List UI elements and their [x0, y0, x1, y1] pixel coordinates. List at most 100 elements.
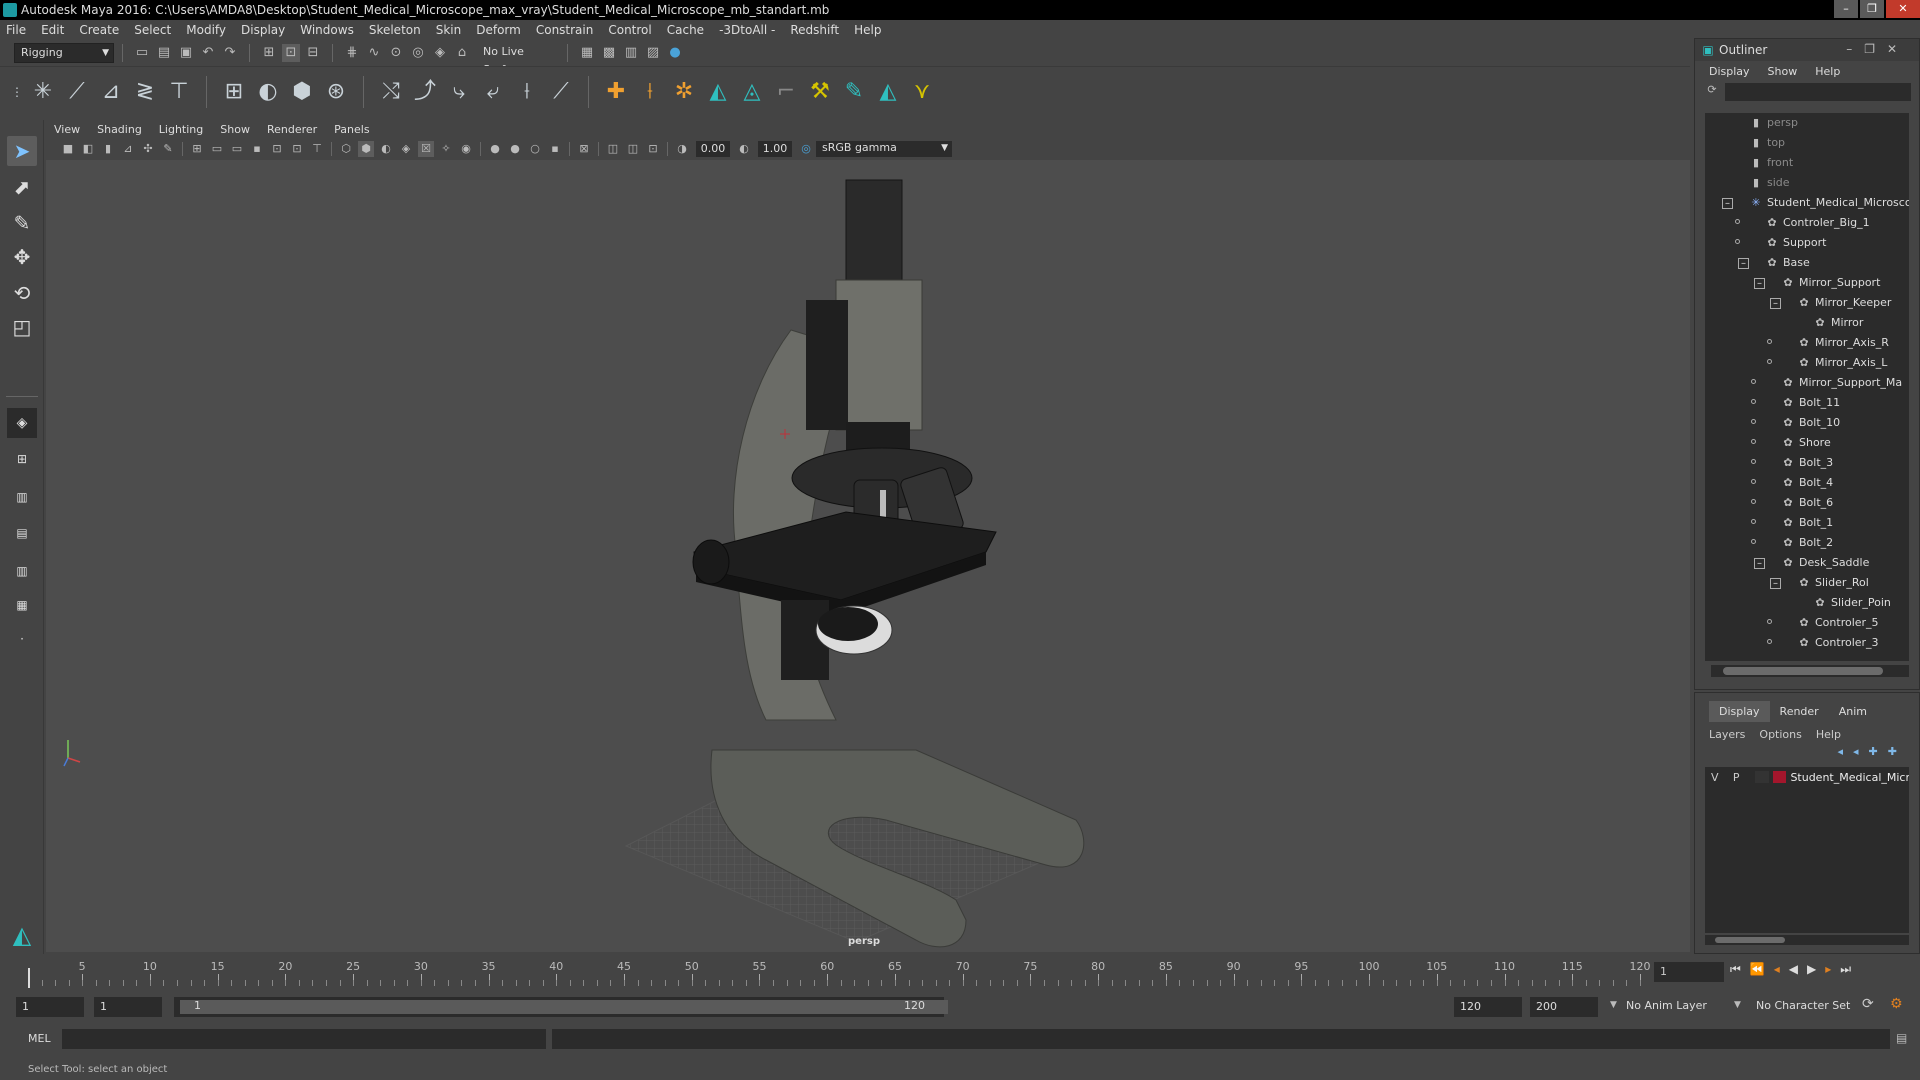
tree-item-root[interactable]: ✳ Student_Medical_Microsco — [1749, 193, 1909, 213]
menu-control[interactable]: Control — [608, 23, 651, 37]
play-backward-icon[interactable]: ◀ — [1789, 962, 1807, 976]
panel-menu-panels[interactable]: Panels — [334, 123, 369, 136]
anim-layer-dropdown[interactable]: No Anim Layer — [1626, 999, 1707, 1012]
outliner-refresh-icon[interactable]: ⟳ — [1705, 83, 1719, 96]
range-slider[interactable]: 1 120 — [174, 997, 948, 1017]
scale-constraint-icon[interactable]: ⟊ — [512, 77, 542, 107]
outliner-search-field[interactable] — [1725, 83, 1911, 101]
pole-vector-icon[interactable]: ✚ — [601, 77, 631, 107]
menu-select[interactable]: Select — [134, 23, 171, 37]
field-chart-icon[interactable]: ⊡ — [269, 141, 285, 157]
undo-icon[interactable]: ↶ — [199, 44, 217, 62]
select-object-icon[interactable]: ⊡ — [282, 44, 300, 62]
hik-icon[interactable]: ◭ — [703, 77, 733, 107]
wrap-icon[interactable]: ⊛ — [321, 77, 351, 107]
grease-pencil-icon[interactable]: ✎ — [160, 141, 176, 157]
step-back-key-icon[interactable]: ⏪ — [1750, 962, 1774, 976]
textured-icon[interactable]: ◈ — [398, 141, 414, 157]
shadows-icon[interactable]: ✧ — [438, 141, 454, 157]
motion-blur-icon[interactable]: ● — [487, 141, 503, 157]
save-scene-icon[interactable]: ▣ — [177, 44, 195, 62]
command-language-label[interactable]: MEL — [28, 1032, 51, 1045]
isolate-select-icon[interactable]: ▪ — [547, 141, 563, 157]
collapse-toggle[interactable]: – — [1770, 578, 1781, 589]
make-live-icon[interactable]: ⌂ — [453, 44, 471, 62]
bookmark-icon[interactable]: ▮ — [100, 141, 116, 157]
tree-item-slider-poin[interactable]: ✿ Slider_Poin — [1813, 593, 1890, 613]
ik-handle-icon[interactable]: ⊿ — [96, 77, 126, 107]
script-editor-icon[interactable]: ▤ — [1896, 1031, 1912, 1047]
live-surface-field[interactable]: No Live Surface — [477, 43, 559, 76]
single-view-icon[interactable]: ◈ — [7, 408, 37, 438]
tree-item-desk-saddle[interactable]: ✿ Desk_Saddle — [1781, 553, 1869, 573]
screen-space-ao-icon[interactable]: ◉ — [458, 141, 474, 157]
gate-mask-icon[interactable]: ▪ — [249, 141, 265, 157]
wireframe-icon[interactable]: ⬡ — [338, 141, 354, 157]
cluster-icon[interactable]: ⊞ — [219, 77, 249, 107]
select-component-icon[interactable]: ⊟ — [304, 44, 322, 62]
tree-item-bolt-4[interactable]: ✿ Bolt_4 — [1781, 473, 1833, 493]
joint-tool-icon[interactable]: ✳ — [28, 77, 58, 107]
range-slider-handle[interactable] — [180, 1000, 948, 1014]
outliner-layout-icon[interactable]: ▦ — [7, 590, 37, 620]
close-button[interactable]: ✕ — [1886, 0, 1920, 18]
playback-end-field[interactable]: 120 — [1454, 997, 1522, 1017]
persp-graph-icon[interactable]: ▤ — [7, 518, 37, 548]
menu-3dtoall[interactable]: -3DtoAll - — [719, 23, 775, 37]
blend-shape-icon[interactable]: ◐ — [253, 77, 283, 107]
grid-toggle-icon[interactable]: ⊞ — [189, 141, 205, 157]
persp-viewport[interactable]: persp — [46, 160, 1690, 952]
menu-help[interactable]: Help — [854, 23, 881, 37]
parent-constraint-icon[interactable]: ⤴ — [410, 77, 440, 107]
tree-item-persp[interactable]: ▮ persp — [1749, 113, 1798, 133]
tree-item-controler-3[interactable]: ✿ Controler_3 — [1797, 633, 1878, 653]
collapse-toggle[interactable]: – — [1722, 198, 1733, 209]
image-plane-icon[interactable]: ⊿ — [120, 141, 136, 157]
time-ruler[interactable]: 5 10 15 20 25 30 35 40 45 50 55 60 65 70 75 80 85 90 95 100… — [28, 960, 1651, 986]
maximize-button[interactable]: ❐ — [1860, 0, 1884, 18]
tree-item-mirror-support[interactable]: ✿ Mirror_Support — [1781, 273, 1880, 293]
ik-spline-icon[interactable]: ≷ — [130, 77, 160, 107]
tree-item-bolt-1[interactable]: ✿ Bolt_1 — [1781, 513, 1833, 533]
tree-item-bolt-10[interactable]: ✿ Bolt_10 — [1781, 413, 1840, 433]
wireframe-on-shaded-icon[interactable]: ◐ — [378, 141, 394, 157]
layer-color-swatch[interactable] — [1772, 771, 1787, 783]
outliner-menu-show[interactable]: Show — [1768, 65, 1798, 78]
lattice-icon[interactable]: ⬢ — [287, 77, 317, 107]
redo-icon[interactable]: ↷ — [221, 44, 239, 62]
depth-of-field-icon[interactable]: ○ — [527, 141, 543, 157]
range-chevron-icon[interactable]: ▼ — [1610, 1000, 1617, 1010]
2d-pan-icon[interactable]: ✣ — [140, 141, 156, 157]
scale-tool-icon[interactable]: ◰ — [7, 312, 37, 342]
panel-menu-renderer[interactable]: Renderer — [267, 123, 317, 136]
character-controls-icon[interactable]: ◬ — [737, 77, 767, 107]
ik-fk-icon[interactable]: ⟊ — [635, 77, 665, 107]
minimize-button[interactable]: – — [1834, 0, 1858, 18]
menu-constrain[interactable]: Constrain — [536, 23, 594, 37]
tree-item-base[interactable]: ✿ Base — [1765, 253, 1809, 273]
layer-menu-options[interactable]: Options — [1759, 728, 1801, 741]
current-frame-field[interactable]: 1 — [1654, 962, 1724, 982]
tree-item-support[interactable]: ✿ Support — [1765, 233, 1826, 253]
view-transform-dropdown[interactable]: sRGB gamma ▼ — [816, 141, 952, 157]
tab-anim[interactable]: Anim — [1829, 701, 1877, 722]
gamma-icon[interactable]: ◐ — [736, 141, 752, 157]
render-settings-icon[interactable]: ▨ — [644, 44, 662, 62]
exposure-icon[interactable]: ◑ — [674, 141, 690, 157]
start-time-field[interactable]: 1 — [16, 997, 84, 1017]
current-time-indicator[interactable] — [28, 968, 30, 988]
panel-menu-show[interactable]: Show — [220, 123, 250, 136]
exposure-field[interactable]: 0.00 — [696, 141, 730, 157]
shelf-handle-icon[interactable]: ⋮ — [10, 77, 24, 107]
auto-key-icon[interactable]: ⟳ — [1862, 996, 1874, 1012]
move-tool-icon[interactable]: ✥ — [7, 242, 37, 272]
aim-constraint-icon[interactable]: ⟋ — [546, 77, 576, 107]
scroll-thumb[interactable] — [1715, 937, 1785, 943]
quick-rig-icon[interactable]: ⌐ — [771, 77, 801, 107]
use-all-lights-icon[interactable]: ☒ — [418, 141, 434, 157]
layer-name[interactable]: Student_Medical_Micr — [1790, 771, 1909, 784]
persp-outliner-icon[interactable]: ▥ — [7, 556, 37, 586]
play-forward-icon[interactable]: ▶ — [1807, 962, 1825, 976]
tree-item-bolt-6[interactable]: ✿ Bolt_6 — [1781, 493, 1833, 513]
collapse-toggle[interactable]: – — [1770, 298, 1781, 309]
